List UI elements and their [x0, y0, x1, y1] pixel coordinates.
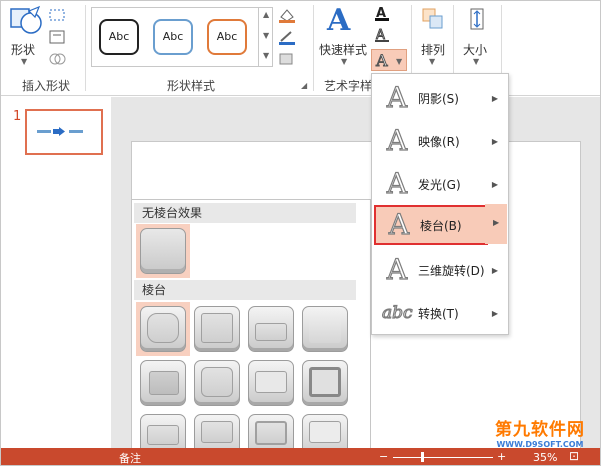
shape-styles-group-label: 形状样式: [166, 79, 215, 93]
submenu-arrow-icon: ▶: [493, 218, 500, 227]
gallery-scrollbar[interactable]: ▲ ▼ ▼: [258, 7, 273, 67]
size-dropdown-icon[interactable]: ▼: [473, 57, 479, 66]
bevel-heading: 棱台: [134, 280, 356, 300]
zoom-slider-thumb[interactable]: [421, 452, 424, 462]
bevel-option-soft-round[interactable]: [194, 360, 240, 406]
separator: [313, 5, 314, 91]
watermark: 第九软件网 WWW.D9SOFT.COM: [479, 415, 600, 455]
submenu-arrow-icon: ▶: [491, 136, 498, 146]
bevel-option-cool-slant[interactable]: [302, 306, 348, 352]
bevel-option-circle[interactable]: [140, 306, 186, 352]
menu-item-transform[interactable]: abc 转换(T) ▶: [374, 293, 506, 333]
text-fill-icon[interactable]: A: [373, 5, 393, 21]
menu-item-label: 棱台(B): [420, 218, 462, 233]
quick-styles-dropdown-icon[interactable]: ▼: [341, 57, 347, 66]
watermark-sub: WWW.D9SOFT.COM: [496, 440, 584, 449]
gallery-down-icon[interactable]: ▼: [263, 31, 269, 40]
rotation-3d-A-icon: A: [386, 253, 408, 286]
menu-item-glow[interactable]: A 发光(G) ▶: [374, 164, 506, 204]
shadow-A-icon: A: [386, 81, 408, 114]
thumbnail-arrow-icon: [37, 127, 83, 136]
no-bevel-heading: 无棱台效果: [134, 203, 356, 223]
bevel-option-cross[interactable]: [248, 306, 294, 352]
bevel-A-icon: A: [388, 208, 410, 241]
insert-shapes-group-label: 插入形状: [21, 79, 70, 93]
slide-number: 1: [13, 109, 22, 124]
edit-shape-icon[interactable]: [47, 7, 67, 23]
glow-A-icon: A: [386, 167, 408, 200]
shape-fill-icon[interactable]: [277, 7, 297, 23]
menu-item-shadow[interactable]: A 阴影(S) ▶: [374, 78, 506, 118]
menu-item-bevel[interactable]: A 棱台(B): [374, 205, 488, 245]
ribbon: 形状 ▼ 插入形状 Abc Abc Abc ▲ ▼ ▼ 形状样式 ◢ A 快速样…: [1, 1, 600, 96]
zoom-out-icon[interactable]: −: [379, 450, 388, 463]
reflection-A-icon: A: [386, 124, 408, 157]
submenu-arrow-icon: ▶: [491, 308, 498, 318]
shape-effects-icon[interactable]: [277, 51, 297, 67]
separator: [85, 5, 86, 91]
menu-item-label: 发光(G): [418, 177, 461, 192]
menu-item-label: 转换(T): [418, 306, 459, 321]
notes-button[interactable]: 备注: [119, 450, 141, 465]
style-sample-2[interactable]: Abc: [153, 19, 193, 55]
menu-item-3d-rotation[interactable]: A 三维旋转(D) ▶: [374, 250, 506, 290]
shape-outline-icon[interactable]: [277, 29, 297, 45]
arrange-label[interactable]: 排列: [421, 41, 445, 58]
gallery-up-icon[interactable]: ▲: [263, 10, 269, 19]
shapes-dropdown-icon[interactable]: ▼: [21, 57, 27, 66]
quick-styles-label[interactable]: 快速样式: [319, 41, 367, 58]
app-window: 形状 ▼ 插入形状 Abc Abc Abc ▲ ▼ ▼ 形状样式 ◢ A 快速样…: [0, 0, 601, 466]
style-sample-1[interactable]: Abc: [99, 19, 139, 55]
submenu-arrow-icon: ▶: [491, 179, 498, 189]
shape-styles-launcher-icon[interactable]: ◢: [301, 81, 307, 90]
bevel-option-relaxed-inset[interactable]: [194, 306, 240, 352]
text-outline-icon[interactable]: A: [373, 27, 393, 43]
art-text-group-label: 艺术字样: [323, 79, 372, 93]
menu-item-label: 三维旋转(D): [418, 263, 485, 278]
merge-shapes-icon[interactable]: [47, 51, 67, 67]
quick-styles-icon[interactable]: A: [327, 3, 350, 38]
bevel-option-angle[interactable]: [140, 360, 186, 406]
menu-item-label: 阴影(S): [418, 91, 459, 106]
gallery-more-icon[interactable]: ▼: [263, 51, 269, 60]
bevel-option-convex[interactable]: [248, 360, 294, 406]
zoom-slider-track[interactable]: [393, 457, 493, 458]
menu-item-label: 映像(R): [418, 134, 460, 149]
transform-abc-icon: abc: [381, 302, 413, 323]
menu-item-reflection[interactable]: A 映像(R) ▶: [374, 121, 506, 161]
text-effects-button[interactable]: A ▼: [371, 49, 407, 71]
size-icon[interactable]: [465, 7, 489, 31]
size-label[interactable]: 大小: [463, 41, 487, 58]
text-effects-dropdown-icon: ▼: [396, 57, 403, 66]
bevel-submenu: 无棱台效果 棱台: [131, 199, 371, 465]
slide-thumbnail[interactable]: [25, 109, 103, 155]
shapes-icon[interactable]: [9, 5, 45, 41]
no-bevel-option[interactable]: [140, 228, 186, 274]
style-sample-3[interactable]: Abc: [207, 19, 247, 55]
shapes-label[interactable]: 形状: [11, 41, 35, 58]
text-effects-icon: A: [376, 51, 389, 71]
bevel-option-slope[interactable]: [302, 360, 348, 406]
watermark-main: 第九软件网: [495, 420, 585, 440]
arrange-dropdown-icon[interactable]: ▼: [429, 57, 435, 66]
submenu-arrow-icon: ▶: [491, 93, 498, 103]
arrange-icon[interactable]: [421, 7, 445, 31]
bevel-submenu-arrow-area[interactable]: ▶: [485, 204, 507, 244]
text-box-icon[interactable]: [47, 29, 67, 45]
submenu-arrow-icon: ▶: [491, 265, 498, 275]
